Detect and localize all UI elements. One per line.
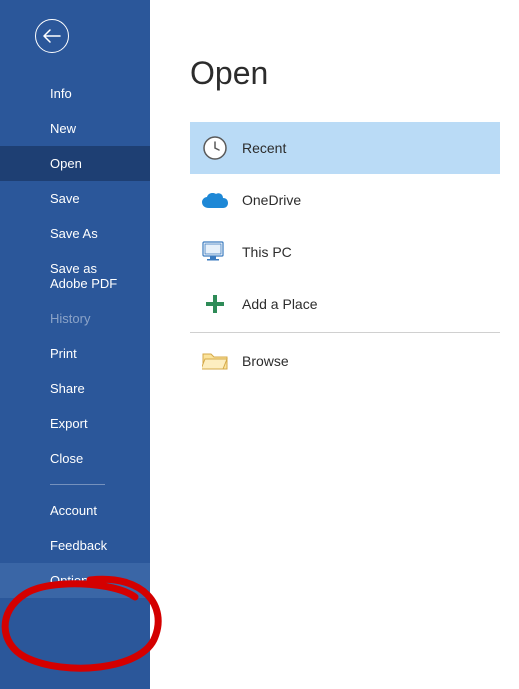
sidebar-item-account[interactable]: Account [0, 493, 150, 528]
location-divider [190, 332, 500, 333]
sidebar-item-label: Feedback [50, 538, 107, 553]
sidebar-item-label: Save as Adobe PDF [50, 261, 117, 291]
sidebar-item-label: New [50, 121, 76, 136]
sidebar-item-share[interactable]: Share [0, 371, 150, 406]
sidebar-item-label: Print [50, 346, 77, 361]
open-panel: Open Recent OneDrive This PC Add a Place [150, 0, 519, 689]
sidebar-item-label: Export [50, 416, 88, 431]
location-add-a-place[interactable]: Add a Place [190, 278, 500, 330]
open-location-list: Recent OneDrive This PC Add a Place [190, 122, 500, 387]
location-label: Add a Place [242, 296, 318, 312]
location-label: Browse [242, 353, 289, 369]
sidebar-item-open[interactable]: Open [0, 146, 150, 181]
sidebar-item-label: Share [50, 381, 85, 396]
sidebar-item-label: Save As [50, 226, 98, 241]
sidebar-item-close[interactable]: Close [0, 441, 150, 476]
location-browse[interactable]: Browse [190, 335, 500, 387]
clock-icon [198, 135, 232, 161]
sidebar-item-history: History [0, 301, 150, 336]
sidebar-item-label: Open [50, 156, 82, 171]
sidebar-item-print[interactable]: Print [0, 336, 150, 371]
sidebar-item-label: Save [50, 191, 80, 206]
location-label: This PC [242, 244, 292, 260]
sidebar-item-save-as-adobe-pdf[interactable]: Save as Adobe PDF [0, 251, 150, 301]
sidebar-divider [50, 484, 105, 485]
sidebar-item-label: Info [50, 86, 72, 101]
back-arrow-icon [43, 29, 61, 43]
cloud-icon [198, 191, 232, 209]
sidebar-item-save-as[interactable]: Save As [0, 216, 150, 251]
sidebar-item-info[interactable]: Info [0, 76, 150, 111]
page-title: Open [190, 55, 519, 92]
pc-icon [198, 241, 232, 263]
sidebar-item-new[interactable]: New [0, 111, 150, 146]
location-label: OneDrive [242, 192, 301, 208]
sidebar-item-label: Options [50, 573, 95, 588]
sidebar-item-feedback[interactable]: Feedback [0, 528, 150, 563]
back-button[interactable] [35, 19, 69, 53]
location-label: Recent [242, 140, 286, 156]
sidebar-item-label: Close [50, 451, 83, 466]
sidebar-item-save[interactable]: Save [0, 181, 150, 216]
sidebar-item-label: History [50, 311, 90, 326]
plus-icon [198, 294, 232, 314]
sidebar-item-label: Account [50, 503, 97, 518]
backstage-sidebar: Info New Open Save Save As Save as Adobe… [0, 0, 150, 689]
sidebar-item-options[interactable]: Options [0, 563, 150, 598]
sidebar-item-export[interactable]: Export [0, 406, 150, 441]
location-this-pc[interactable]: This PC [190, 226, 500, 278]
folder-icon [198, 351, 232, 371]
location-onedrive[interactable]: OneDrive [190, 174, 500, 226]
location-recent[interactable]: Recent [190, 122, 500, 174]
